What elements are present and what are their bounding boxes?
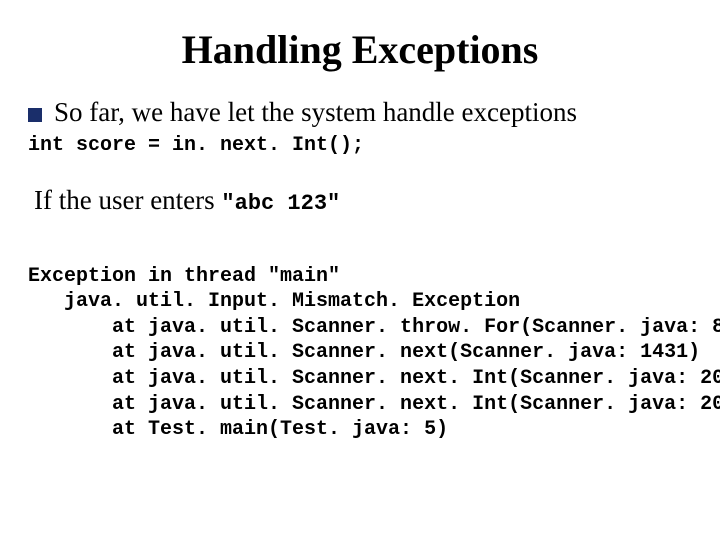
- stack-line-0: Exception in thread "main": [28, 265, 340, 288]
- stack-line-4: at java. util. Scanner. next. Int(Scanne…: [28, 367, 720, 390]
- square-bullet-icon: [28, 108, 42, 122]
- stack-line-1: java. util. Input. Mismatch. Exception: [28, 290, 520, 313]
- prompt-line: If the user enters "abc 123": [34, 185, 692, 216]
- stack-line-6: at Test. main(Test. java: 5): [28, 418, 448, 441]
- code-line: int score = in. next. Int();: [28, 134, 692, 157]
- stack-line-5: at java. util. Scanner. next. Int(Scanne…: [28, 393, 720, 416]
- stack-line-2: at java. util. Scanner. throw. For(Scann…: [28, 316, 720, 339]
- slide-title: Handling Exceptions: [28, 26, 692, 73]
- slide: Handling Exceptions So far, we have let …: [0, 0, 720, 540]
- stack-line-3: at java. util. Scanner. next(Scanner. ja…: [28, 341, 700, 364]
- prompt-prefix: If the user enters: [34, 185, 221, 215]
- bullet-text: So far, we have let the system handle ex…: [54, 97, 577, 128]
- bullet-item: So far, we have let the system handle ex…: [28, 97, 692, 128]
- stack-trace: Exception in thread "main" java. util. I…: [28, 238, 692, 468]
- prompt-input: "abc 123": [221, 191, 340, 216]
